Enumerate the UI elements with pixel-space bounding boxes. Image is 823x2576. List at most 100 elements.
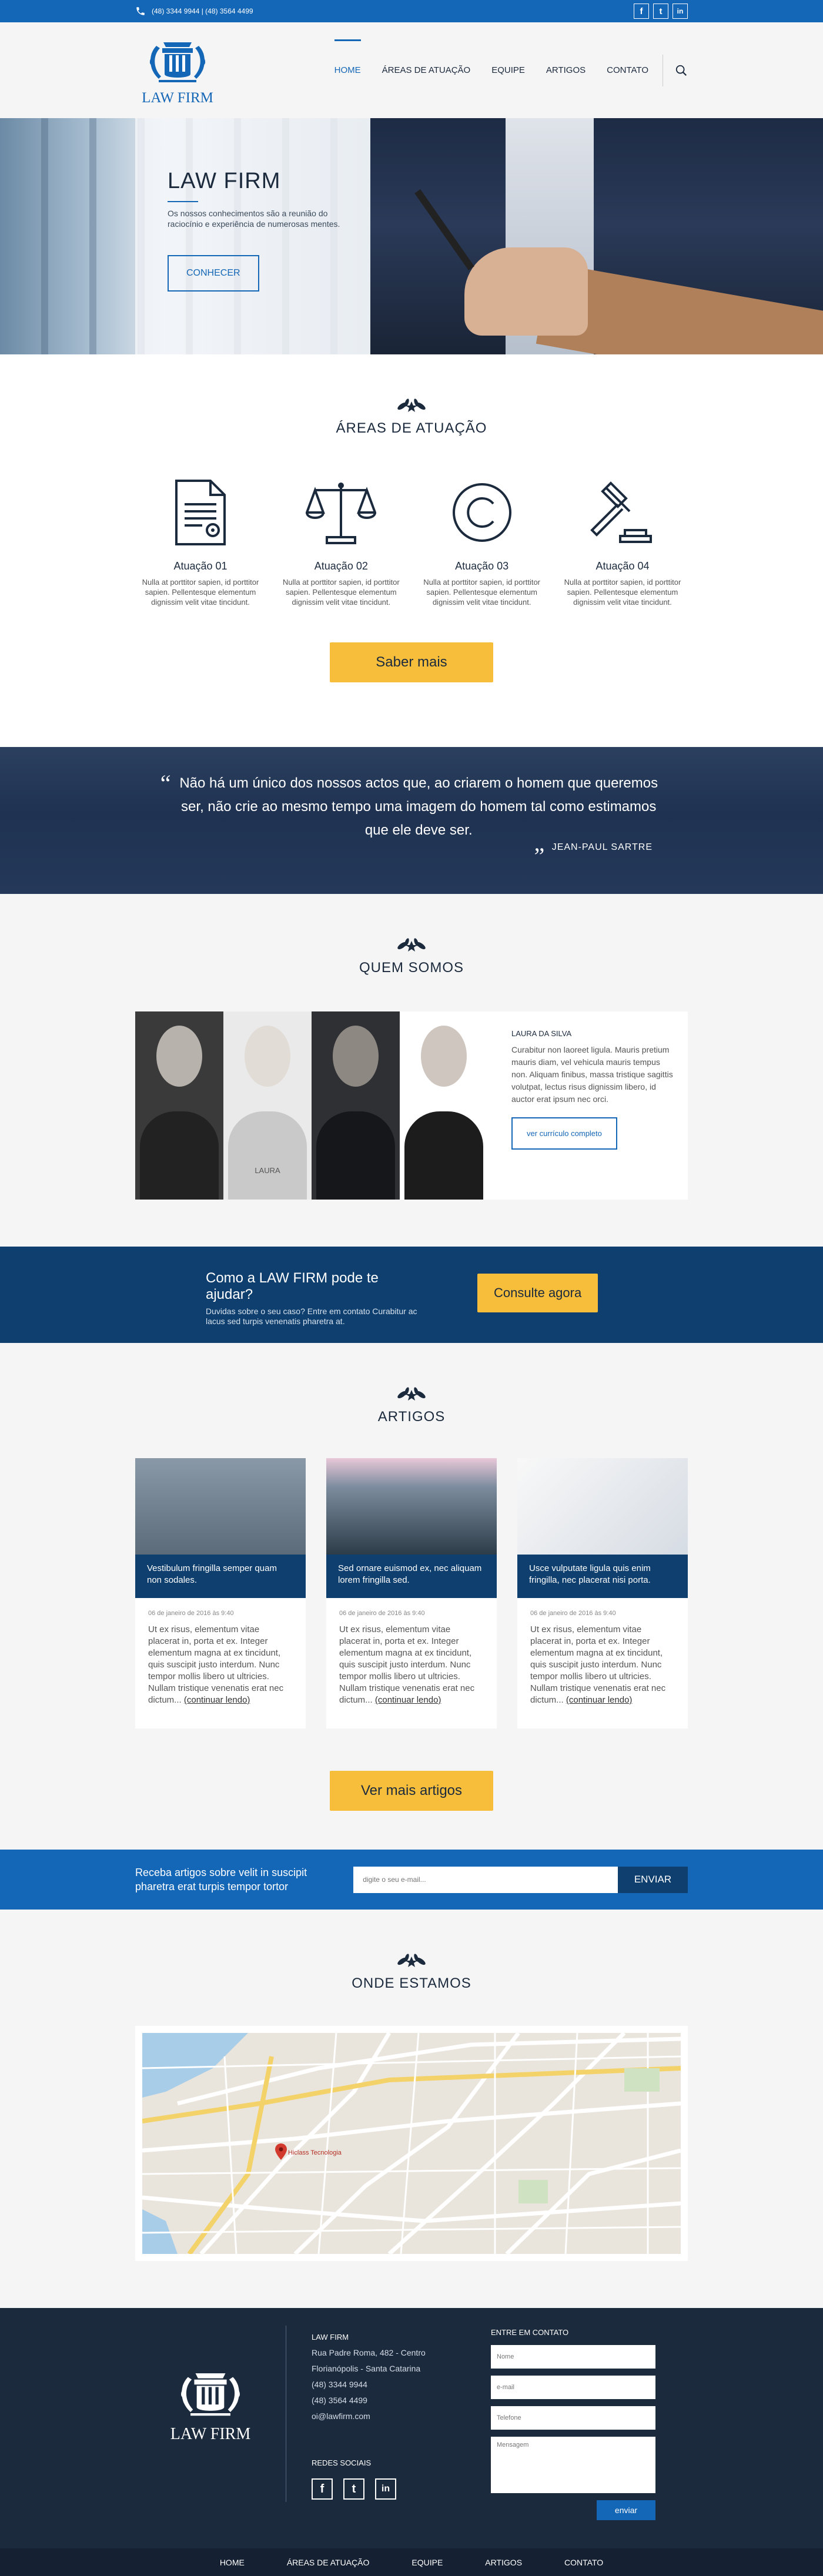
member-name: LAURA DA SILVA (511, 1029, 572, 1038)
footer-nav-contato[interactable]: CONTATO (564, 2558, 603, 2567)
artigos-title: ARTIGOS (377, 1409, 446, 1425)
article-caption: Vestibulum fringilla semper quam non sod… (135, 1555, 306, 1598)
laurel-icon (397, 938, 426, 952)
article-text: Ut ex risus, elementum vitae placerat in… (530, 1624, 666, 1705)
newsletter-email-input[interactable] (353, 1866, 618, 1893)
area-text: Nulla at porttitor sapien, id porttitor … (282, 578, 400, 607)
footer-logo-text: LAW FIRM (170, 2425, 251, 2443)
nav-home[interactable]: HOME (334, 39, 361, 78)
footer-nav-equipe[interactable]: EQUIPE (412, 2558, 443, 2567)
article-card[interactable]: Vestibulum fringilla semper quam non sod… (135, 1458, 306, 1729)
footer-social-title: REDES SOCIAIS (312, 2458, 372, 2467)
saber-mais-button[interactable]: Saber mais (330, 642, 493, 682)
logo-emblem-icon (149, 42, 206, 82)
area-title: Atuação 02 (314, 560, 368, 572)
phone-numbers: (48) 3344 9944 | (48) 3564 4499 (152, 7, 253, 15)
article-card[interactable]: Usce vulputate ligula quis enim fringill… (517, 1458, 688, 1729)
nav-artigos[interactable]: ARTIGOS (546, 63, 586, 78)
artigos-section: ARTIGOS Vestibulum fringilla semper quam… (0, 1343, 823, 1850)
copyright-icon (452, 483, 511, 542)
nav-areas[interactable]: ÁREAS DE ATUAÇÃO (382, 63, 471, 78)
linkedin-icon[interactable]: in (375, 2478, 396, 2500)
footer-logo[interactable]: LAW FIRM (169, 2364, 252, 2444)
footer-social-links: f t in (312, 2478, 396, 2500)
footer-address: LAW FIRM Rua Padre Roma, 482 - Centro Fl… (312, 2329, 426, 2424)
areas-title: ÁREAS DE ATUAÇÃO (336, 420, 487, 436)
nav-contato[interactable]: CONTATO (607, 63, 648, 78)
continuar-lendo-link[interactable]: (continuar lendo) (375, 1695, 441, 1705)
area-title: Atuação 04 (595, 560, 650, 572)
linkedin-icon[interactable]: in (673, 4, 688, 19)
hero-conhecer-button[interactable]: CONHECER (168, 255, 259, 292)
footer-nav-areas[interactable]: ÁREAS DE ATUAÇÃO (287, 2558, 370, 2567)
newsletter-bar: Receba artigos sobre velit in suscipit p… (0, 1850, 823, 1910)
name-field[interactable] (491, 2345, 655, 2369)
site-footer: LAW FIRM LAW FIRM Rua Padre Roma, 482 - … (0, 2308, 823, 2548)
quote-banner: “ Não há um único dos nossos actos que, … (0, 747, 823, 894)
team-photo[interactable] (135, 1011, 223, 1200)
map-pin-icon[interactable] (275, 2143, 287, 2160)
footer-nav-artigos[interactable]: ARTIGOS (485, 2558, 522, 2567)
top-bar: (48) 3344 9944 | (48) 3564 4499 f t in (0, 0, 823, 22)
article-text: Ut ex risus, elementum vitae placerat in… (148, 1624, 284, 1705)
area-text: Nulla at porttitor sapien, id porttitor … (564, 578, 681, 607)
footer-address-title: LAW FIRM (312, 2333, 349, 2341)
hero-lawyer-image (370, 118, 823, 354)
area-text: Nulla at porttitor sapien, id porttitor … (423, 578, 541, 607)
contact-form-title: ENTRE EM CONTATO (491, 2328, 569, 2337)
footer-address-line: Rua Padre Roma, 482 - Centro (312, 2348, 426, 2357)
document-icon (175, 480, 226, 545)
search-icon[interactable] (675, 64, 688, 77)
onde-estamos-section: ONDE ESTAMOS Hiclass Tecnologia (0, 1910, 823, 2308)
footer-phone: (48) 3564 4499 (312, 2396, 367, 2405)
newsletter-submit-button[interactable]: ENVIAR (617, 1866, 688, 1893)
gavel-icon (590, 481, 652, 543)
hero-text: Os nossos conhecimentos são a reunião do… (168, 209, 340, 229)
continuar-lendo-link[interactable]: (continuar lendo) (566, 1695, 633, 1705)
quem-somos-section: QUEM SOMOS LAURA LAURA DA SILVA Curabitu… (0, 894, 823, 1247)
quote-author: JEAN-PAUL SARTRE (551, 842, 653, 852)
area-item[interactable]: Atuação 03 Nulla at porttitor sapien, id… (417, 474, 547, 607)
curriculo-button[interactable]: ver currículo completo (511, 1117, 617, 1150)
main-nav: HOME ÁREAS DE ATUAÇÃO EQUIPE ARTIGOS CON… (313, 22, 688, 118)
contact-submit-button[interactable]: enviar (597, 2500, 655, 2520)
facebook-icon[interactable]: f (312, 2478, 333, 2500)
hero-title: LAW FIRM (168, 169, 281, 193)
phone-field[interactable] (491, 2406, 655, 2430)
team-photo[interactable] (400, 1011, 488, 1200)
facebook-icon[interactable]: f (634, 4, 649, 19)
social-links: f t in (634, 4, 688, 19)
article-card[interactable]: Sed ornare euismod ex, nec aliquam lorem… (326, 1458, 497, 1729)
area-item[interactable]: Atuação 02 Nulla at porttitor sapien, id… (276, 474, 406, 607)
team-photo[interactable]: LAURA (223, 1011, 312, 1200)
team-photo-label: LAURA (255, 1166, 280, 1175)
nav-equipe[interactable]: EQUIPE (491, 63, 525, 78)
footer-address-line: Florianópolis - Santa Catarina (312, 2364, 421, 2373)
logo[interactable]: LAW FIRM (139, 34, 216, 106)
scales-icon (306, 483, 377, 544)
ver-mais-artigos-button[interactable]: Ver mais artigos (330, 1771, 493, 1811)
message-field[interactable] (491, 2437, 655, 2493)
location-map[interactable]: Hiclass Tecnologia (142, 2033, 681, 2254)
team-photo[interactable] (312, 1011, 400, 1200)
article-date: 06 de janeiro de 2016 às 9:40 (339, 1610, 425, 1617)
quem-title: QUEM SOMOS (359, 960, 464, 976)
cta-text: Duvidas sobre o seu caso? Entre em conta… (206, 1307, 417, 1326)
footer-email[interactable]: oi@lawfirm.com (312, 2408, 426, 2424)
email-field[interactable] (491, 2376, 655, 2399)
contact-form: ENTRE EM CONTATO enviar (491, 2328, 655, 2520)
article-caption: Sed ornare euismod ex, nec aliquam lorem… (326, 1555, 497, 1598)
article-text: Ut ex risus, elementum vitae placerat in… (339, 1624, 475, 1705)
twitter-icon[interactable]: t (343, 2478, 364, 2500)
quote-text: Não há um único dos nossos actos que, ao… (179, 775, 658, 838)
article-date: 06 de janeiro de 2016 às 9:40 (148, 1610, 234, 1617)
area-item[interactable]: Atuação 04 Nulla at porttitor sapien, id… (557, 474, 688, 607)
onde-title: ONDE ESTAMOS (352, 1975, 471, 1991)
twitter-icon[interactable]: t (653, 4, 668, 19)
continuar-lendo-link[interactable]: (continuar lendo) (184, 1695, 250, 1705)
article-date: 06 de janeiro de 2016 às 9:40 (530, 1610, 616, 1617)
footer-nav-home[interactable]: HOME (220, 2558, 245, 2567)
area-item[interactable]: Atuação 01 Nulla at porttitor sapien, id… (135, 474, 266, 607)
map-marker-label: Hiclass Tecnologia (288, 2149, 342, 2156)
consulte-agora-button[interactable]: Consulte agora (477, 1274, 598, 1312)
